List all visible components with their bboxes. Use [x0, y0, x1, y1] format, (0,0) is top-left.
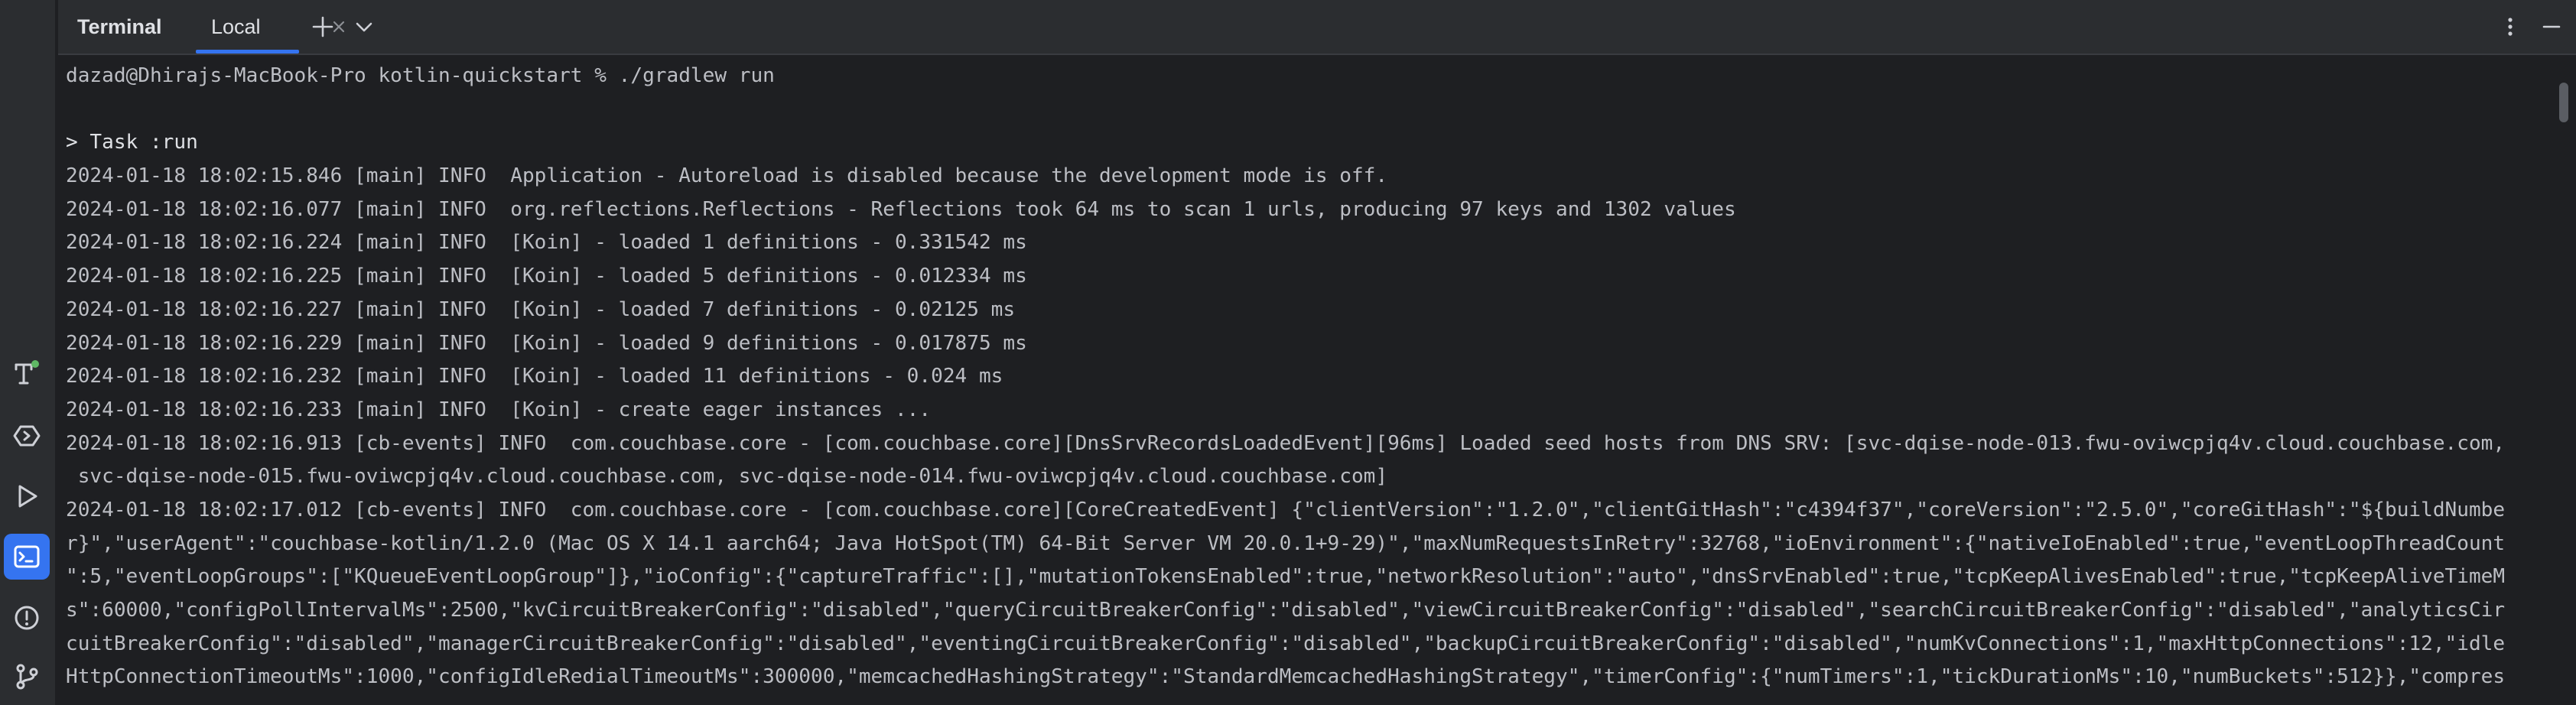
- tool-window-strip: [0, 0, 57, 705]
- terminal-line: svc-dqise-node-015.fwu-oviwcpjq4v.cloud.…: [66, 465, 1388, 489]
- tool-window-title: Terminal: [77, 15, 162, 38]
- terminal-icon[interactable]: [4, 534, 50, 580]
- problems-icon[interactable]: [4, 595, 50, 641]
- terminal-line: > Task :run: [66, 131, 198, 154]
- terminal-line: 2024-01-18 18:02:16.077 [main] INFO org.…: [66, 197, 1736, 221]
- more-options-icon[interactable]: [2496, 13, 2524, 41]
- tab-local[interactable]: Local: [196, 0, 364, 54]
- terminal-line: dazad@Dhirajs-MacBook-Pro kotlin-quickst…: [66, 64, 775, 87]
- services-icon[interactable]: [4, 413, 50, 459]
- build-icon[interactable]: [4, 351, 50, 397]
- terminal-line: r}","userAgent":"couchbase-kotlin/1.2.0 …: [66, 531, 2506, 555]
- tab-label: Local: [211, 15, 261, 38]
- terminal-line: 2024-01-18 18:02:16.227 [main] INFO [Koi…: [66, 297, 1016, 321]
- status-dot: [31, 360, 39, 368]
- terminal-line: 2024-01-18 18:02:17.012 [cb-events] INFO…: [66, 498, 2506, 521]
- active-tab-indicator: [196, 50, 299, 54]
- terminal-output[interactable]: dazad@Dhirajs-MacBook-Pro kotlin-quickst…: [58, 55, 2553, 705]
- terminal-line: HttpConnectionTimeoutMs":1000,"configIdl…: [66, 665, 2506, 689]
- terminal-line: cuitBreakerConfig":"disabled","managerCi…: [66, 632, 2506, 655]
- terminal-line: s":60000,"configPollIntervalMs":2500,"kv…: [66, 599, 2506, 622]
- minimize-icon[interactable]: [2538, 13, 2565, 41]
- git-icon[interactable]: [4, 654, 50, 700]
- terminal-line: ":5,"eventLoopGroups":["KQueueEventLoopG…: [66, 565, 2506, 589]
- terminal-line: 2024-01-18 18:02:16.232 [main] INFO [Koi…: [66, 365, 1003, 388]
- scrollbar-thumb[interactable]: [2559, 83, 2568, 122]
- terminal-line: 2024-01-18 18:02:16.224 [main] INFO [Koi…: [66, 231, 1027, 255]
- terminal-line: 2024-01-18 18:02:16.233 [main] INFO [Koi…: [66, 398, 932, 421]
- chevron-down-icon[interactable]: [350, 13, 378, 41]
- terminal-line: 2024-01-18 18:02:15.846 [main] INFO Appl…: [66, 164, 1388, 188]
- terminal-line: 2024-01-18 18:02:16.913 [cb-events] INFO…: [66, 431, 2506, 455]
- terminal-line: 2024-01-18 18:02:16.225 [main] INFO [Koi…: [66, 265, 1027, 288]
- terminal-line: 2024-01-18 18:02:16.229 [main] INFO [Koi…: [66, 331, 1027, 355]
- terminal-tab-bar: Terminal Local: [58, 0, 2576, 55]
- plus-icon[interactable]: [309, 13, 337, 41]
- vertical-scrollbar[interactable]: [2553, 55, 2576, 705]
- run-icon[interactable]: [4, 473, 50, 519]
